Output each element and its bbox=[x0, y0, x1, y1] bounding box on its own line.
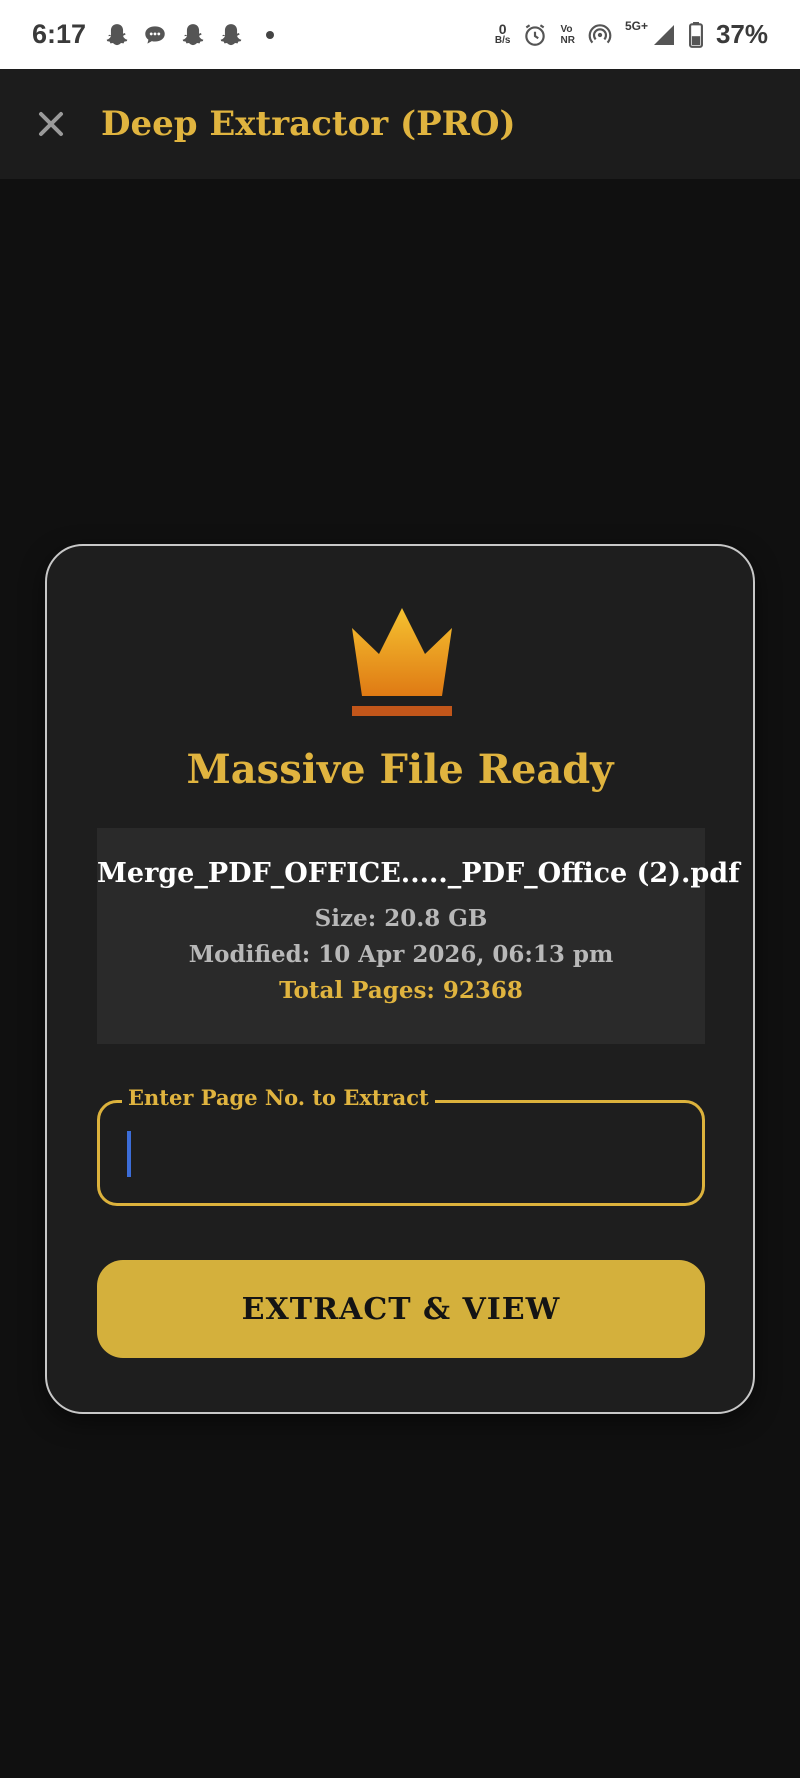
file-info-box: Merge_PDF_OFFICE....._PDF_Office (2).pdf… bbox=[97, 828, 740, 1044]
extract-view-button[interactable]: EXTRACT & VIEW bbox=[97, 1260, 705, 1358]
status-time: 6:17 bbox=[32, 19, 87, 49]
app-title: Deep Extractor (PRO) bbox=[101, 104, 516, 144]
signal-icon bbox=[652, 22, 676, 48]
more-notifications-dot-icon bbox=[266, 30, 275, 39]
file-modified: Modified: 10 Apr 2026, 06:13 pm bbox=[188, 941, 614, 968]
page-number-label: Enter Page No. to Extract bbox=[122, 1085, 435, 1110]
file-total-pages: Total Pages: 92368 bbox=[279, 977, 523, 1004]
extract-dialog: Massive File Ready Merge_PDF_OFFICE.....… bbox=[45, 544, 755, 1414]
snapchat-icon bbox=[180, 22, 206, 48]
alarm-icon bbox=[522, 22, 548, 48]
network-speed-unit: B/s bbox=[494, 34, 511, 46]
snapchat-icon bbox=[218, 22, 244, 48]
snapchat-icon bbox=[104, 22, 130, 48]
vonr-bottom: NR bbox=[560, 34, 575, 46]
chat-bubble-icon bbox=[142, 22, 168, 48]
battery-percent: 37% bbox=[715, 19, 768, 49]
file-size: Size: 20.8 GB bbox=[314, 905, 488, 932]
network-speed-value: 0 bbox=[498, 20, 507, 37]
dialog-heading: Massive File Ready bbox=[186, 746, 614, 793]
close-icon bbox=[39, 112, 63, 136]
hotspot-icon bbox=[587, 22, 613, 48]
file-name: Merge_PDF_OFFICE....._PDF_Office (2).pdf bbox=[97, 858, 740, 889]
battery-icon bbox=[688, 21, 704, 48]
close-button[interactable] bbox=[25, 98, 77, 150]
crown-icon bbox=[352, 608, 452, 716]
network-speed: 0 B/s bbox=[494, 20, 511, 46]
vonr-top: Vo bbox=[560, 23, 573, 35]
status-bar-left: 6:17 bbox=[32, 19, 275, 50]
page-number-field[interactable]: Enter Page No. to Extract bbox=[97, 1085, 705, 1206]
status-bar: 6:17 0 B/s Vo NR 5G+ 37% bbox=[0, 0, 800, 69]
page-number-input[interactable] bbox=[126, 1129, 686, 1177]
status-bar-right: 0 B/s Vo NR 5G+ 37% bbox=[495, 19, 768, 51]
network-type: 5G+ bbox=[624, 18, 648, 33]
app-bar: Deep Extractor (PRO) bbox=[0, 69, 800, 179]
text-caret bbox=[127, 1131, 131, 1177]
vonr-indicator: Vo NR bbox=[560, 24, 574, 46]
